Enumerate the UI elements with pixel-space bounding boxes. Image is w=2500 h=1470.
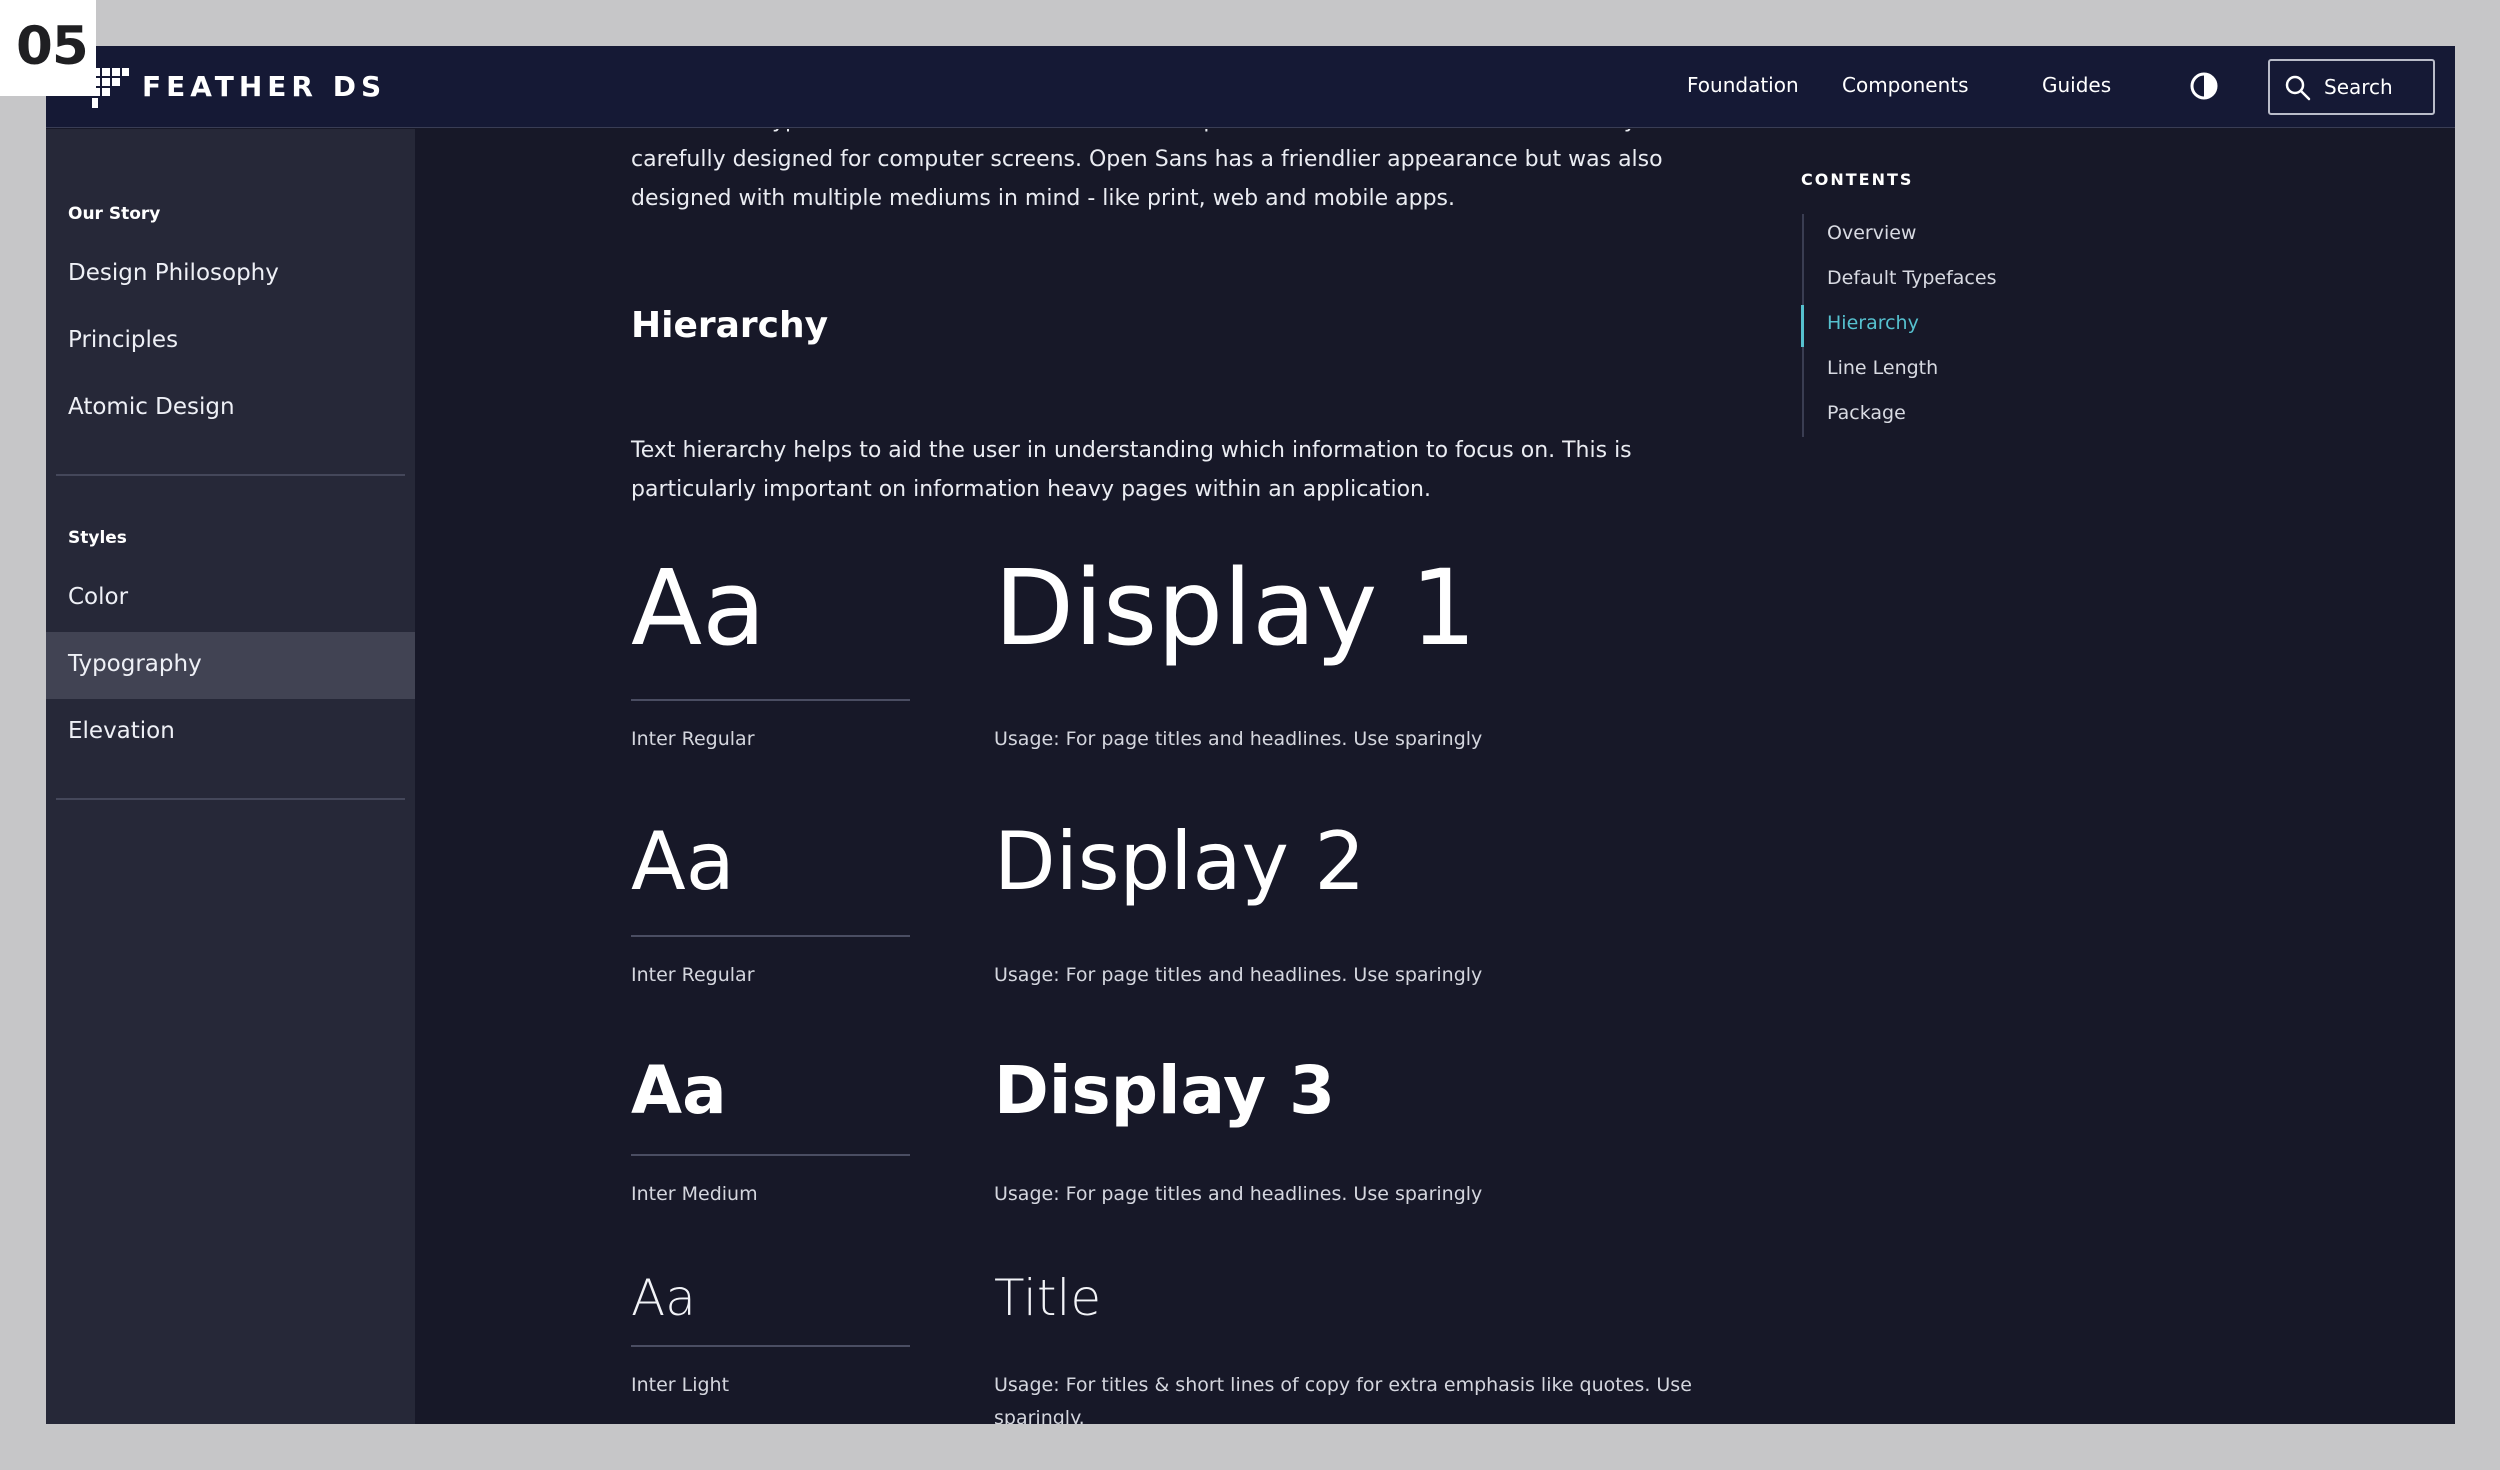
type-sample-display-3: Aa [631, 1052, 727, 1129]
contents-item-hierarchy[interactable]: Hierarchy [1827, 312, 1919, 334]
contents-item-overview[interactable]: Overview [1827, 222, 1916, 244]
sidebar-item-color[interactable]: Color [46, 565, 415, 632]
type-name-title: Title [994, 1269, 1102, 1327]
search-label: Search [2324, 75, 2393, 99]
type-divider [631, 935, 910, 937]
theme-toggle-icon[interactable] [2188, 70, 2220, 102]
type-name-display-1: Display 1 [994, 547, 1477, 669]
usage-title: Usage: For titles & short lines of copy … [994, 1374, 1692, 1424]
font-label-title: Inter Light [631, 1374, 730, 1396]
contents-item-line-length[interactable]: Line Length [1827, 357, 1938, 379]
sidebar-group-our-story: Our Story [68, 204, 161, 224]
sidebar-item-principles[interactable]: Principles [46, 308, 415, 375]
sidebar-item-label: Principles [68, 327, 179, 353]
contents-item-package[interactable]: Package [1827, 402, 1906, 424]
contents-item-default-typefaces[interactable]: Default Typefaces [1827, 267, 1996, 289]
type-divider [631, 1345, 910, 1347]
sidebar-item-design-philosophy[interactable]: Design Philosophy [46, 241, 415, 308]
nav-guides[interactable]: Guides [2042, 73, 2111, 97]
brand-name[interactable]: FEATHER DS [142, 70, 386, 103]
type-divider [631, 1154, 910, 1156]
sidebar: Our Story Design Philosophy Principles A… [46, 129, 415, 1424]
app-window: FEATHER DS Foundation Components Guides … [46, 46, 2455, 1424]
sidebar-item-label: Elevation [68, 718, 175, 744]
usage-display-1: Usage: For page titles and headlines. Us… [994, 728, 1483, 750]
usage-display-2: Usage: For page titles and headlines. Us… [994, 964, 1483, 986]
sidebar-group-styles: Styles [68, 528, 127, 548]
hierarchy-heading: Hierarchy [631, 305, 829, 346]
sidebar-divider [56, 474, 405, 476]
screenshot-number-badge: 05 [0, 0, 96, 96]
usage-display-3: Usage: For page titles and headlines. Us… [994, 1183, 1483, 1205]
sidebar-item-label: Typography [68, 651, 202, 677]
type-sample-display-1: Aa [631, 547, 766, 669]
badge-number: 05 [16, 16, 89, 77]
search-button[interactable]: Search [2268, 59, 2435, 115]
sidebar-divider [56, 798, 405, 800]
sidebar-item-label: Design Philosophy [68, 260, 279, 286]
sidebar-item-typography[interactable]: Typography [46, 632, 415, 699]
main-content: The default typefaces for FeatherDS are … [415, 129, 1815, 1424]
type-sample-display-2: Aa [631, 815, 735, 908]
hierarchy-paragraph: Text hierarchy helps to aid the user in … [631, 438, 1632, 502]
font-label-display-1: Inter Regular [631, 728, 755, 750]
type-name-display-3: Display 3 [994, 1052, 1335, 1129]
type-sample-title: Aa [631, 1269, 696, 1327]
font-label-display-2: Inter Regular [631, 964, 755, 986]
font-label-display-3: Inter Medium [631, 1183, 758, 1205]
top-navigation-bar: FEATHER DS Foundation Components Guides … [46, 46, 2455, 128]
search-icon [2285, 75, 2311, 101]
nav-components[interactable]: Components [1842, 73, 1969, 97]
contents-heading: CONTENTS [1801, 170, 1914, 189]
intro-paragraph: The default typefaces for FeatherDS are … [631, 129, 1663, 211]
nav-foundation[interactable]: Foundation [1687, 73, 1799, 97]
sidebar-item-atomic-design[interactable]: Atomic Design [46, 375, 415, 442]
sidebar-item-elevation[interactable]: Elevation [46, 699, 415, 766]
type-divider [631, 699, 910, 701]
sidebar-item-label: Atomic Design [68, 394, 235, 420]
type-name-display-2: Display 2 [994, 815, 1366, 908]
contents-active-marker [1801, 305, 1804, 347]
sidebar-item-label: Color [68, 584, 129, 610]
